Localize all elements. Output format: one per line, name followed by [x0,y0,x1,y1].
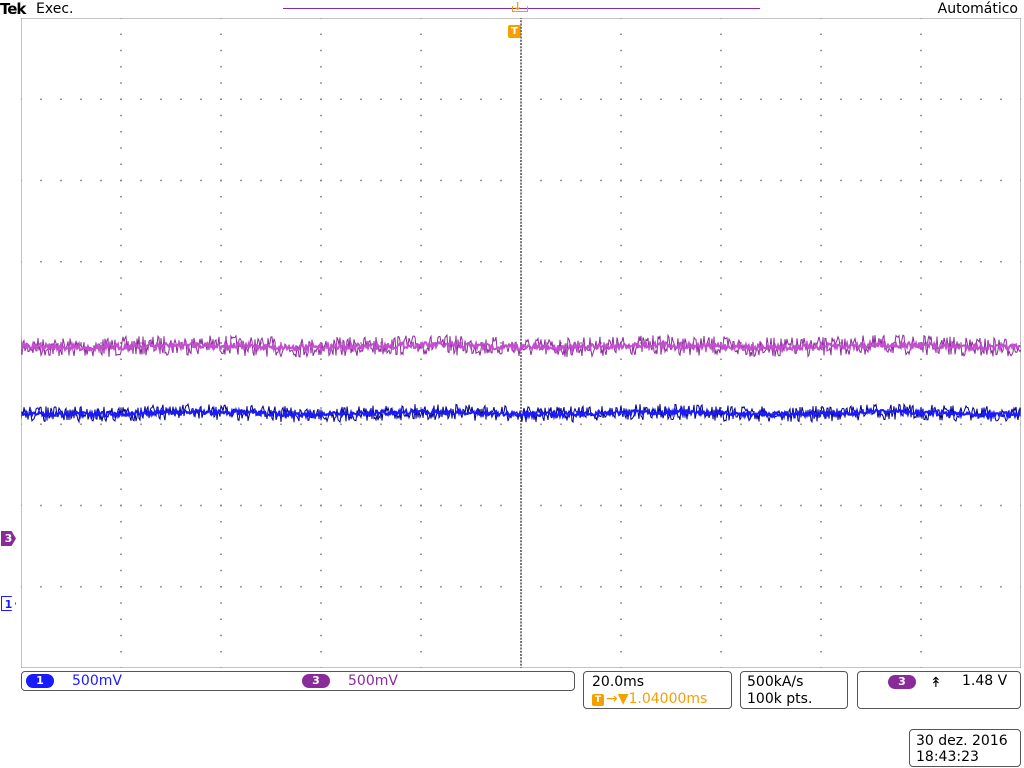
acquisition-readout[interactable]: 500kA/s 100k pts. [740,671,848,709]
channel3-badge: 3 [302,674,330,688]
waveform-display [21,18,1021,668]
trigger-delay: T →▼ 1.04000ms [592,691,731,708]
acquisition-mode: Automático [937,1,1018,17]
channel3-readout[interactable]: 3 500mV [302,673,398,689]
channel3-ground-marker[interactable]: 3 [1,531,16,546]
channel-readout: 1 500mV 3 500mV [21,671,575,691]
rising-edge-icon: ↟ [930,675,942,691]
channel1-readout[interactable]: 1 500mV [26,673,122,689]
trigger-level: 1.48 V [962,673,1008,689]
center-axis-ticks [520,18,522,668]
trigger-readout[interactable]: 3 ↟ 1.48 V [857,671,1021,709]
channel3-scale: 500mV [348,673,398,689]
run-status: Exec. [36,1,74,17]
brand-logo: Tek [0,0,26,18]
delay-arrow-icon: →▼ [606,691,629,707]
status-bar: Tek Exec. ↓ Automático [0,0,1024,18]
graticule-grid [21,18,1021,668]
record-length: 100k pts. [747,691,813,707]
channel1-ground-marker[interactable]: 1 [1,596,16,611]
date: 30 dez. 2016 [916,733,1008,749]
time: 18:43:23 [916,749,979,765]
channel1-badge: 1 [26,674,54,688]
channel1-scale: 500mV [72,673,122,689]
trigger-delay-value: 1.04000ms [628,691,708,707]
timebase-readout[interactable]: 20.0ms T →▼ 1.04000ms [583,671,732,709]
date-time-readout: 30 dez. 2016 18:43:23 [909,729,1021,767]
trigger-position-arrow-icon: ↓ [513,0,523,13]
sample-rate: 500kA/s [747,674,804,690]
trigger-icon: T [592,693,604,706]
trigger-source-badge: 3 [888,675,916,689]
timebase-scale: 20.0ms [592,674,645,690]
